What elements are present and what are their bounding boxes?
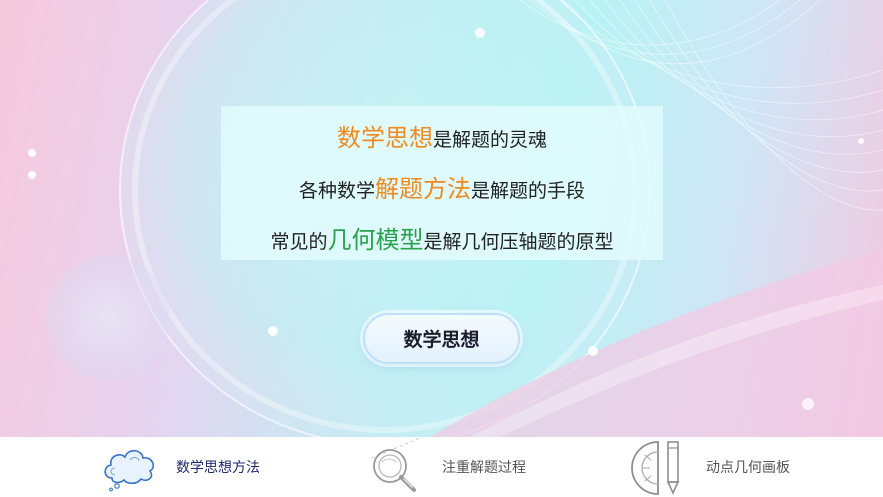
nav-label-math-thinking-methods: 数学思想方法 bbox=[176, 460, 260, 476]
dot-shape bbox=[475, 28, 485, 38]
headline-line-2: 各种数学解题方法是解题的手段 bbox=[221, 169, 663, 204]
headline-line-2-rest: 是解题的手段 bbox=[471, 180, 586, 202]
protractor-pencil-icon bbox=[631, 441, 680, 495]
highlight-geometry-models: 几何模型 bbox=[327, 226, 424, 254]
nav-label-solving-process: 注重解题过程 bbox=[442, 460, 526, 476]
nav-item-solving-process[interactable]: 注重解题过程 bbox=[364, 437, 526, 497]
headline-line-3: 常见的几何模型是解几何压轴题的原型 bbox=[221, 220, 663, 255]
dot-shape bbox=[588, 346, 598, 356]
dot-shape bbox=[802, 398, 814, 410]
headline-line-2-prefix: 各种数学 bbox=[298, 180, 375, 202]
headline-line-3-rest: 是解几何压轴题的原型 bbox=[423, 231, 614, 253]
lesson-stage: 数学思想是解题的灵魂 各种数学解题方法是解题的手段 常见的几何模型是解几何压轴题… bbox=[0, 0, 883, 437]
dot-shape bbox=[268, 326, 278, 336]
math-thinking-button[interactable]: 数学思想 bbox=[363, 313, 520, 364]
dot-shape bbox=[28, 149, 36, 157]
nav-item-dynamic-geometry-board[interactable]: 动点几何画板 bbox=[628, 437, 790, 497]
bottom-nav: 数学思想方法 注重解题过程 动点几何画板 bbox=[0, 437, 883, 497]
nav-item-math-thinking-methods[interactable]: 数学思想方法 bbox=[100, 437, 260, 497]
nav-label-dynamic-geometry-board: 动点几何画板 bbox=[706, 460, 790, 476]
headline-line-1-rest: 是解题的灵魂 bbox=[432, 129, 547, 151]
magnifier-icon bbox=[371, 438, 421, 492]
small-orb-shape bbox=[46, 256, 170, 380]
intro-card: 数学思想是解题的灵魂 各种数学解题方法是解题的手段 常见的几何模型是解几何压轴题… bbox=[221, 106, 663, 260]
dot-shape bbox=[28, 171, 36, 179]
highlight-math-thinking: 数学思想 bbox=[336, 124, 433, 152]
highlight-solving-methods: 解题方法 bbox=[375, 175, 471, 203]
dot-shape bbox=[858, 138, 864, 144]
headline-line-1: 数学思想是解题的灵魂 bbox=[221, 118, 663, 153]
headline-line-3-prefix: 常见的 bbox=[270, 231, 328, 253]
cloud-icon bbox=[104, 449, 155, 492]
